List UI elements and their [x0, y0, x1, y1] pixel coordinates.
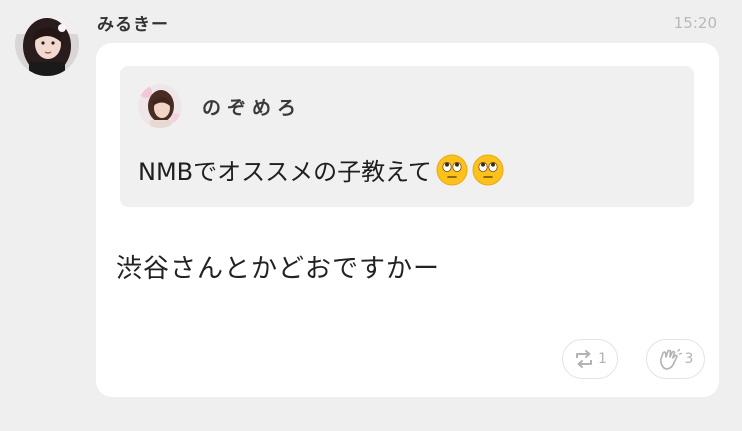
quoted-text-line: NMBでオススメの子教えて [138, 152, 504, 187]
clapping-hands-icon [659, 348, 682, 370]
clap-count: 3 [684, 351, 694, 367]
message-time: 15:20 [673, 14, 717, 32]
retweet-button[interactable]: 1 [562, 339, 618, 379]
quoted-author-name[interactable]: のぞめろ [202, 93, 302, 120]
sender-avatar[interactable] [15, 12, 79, 76]
retweet-icon [576, 350, 593, 368]
message-card: のぞめろ NMBでオススメの子教えて 渋谷さんとかどおですかー 1 3 [96, 43, 719, 397]
message-body: 渋谷さんとかどおですかー [116, 254, 441, 284]
quoted-author-avatar[interactable] [138, 84, 182, 128]
sender-name[interactable]: みるきー [97, 10, 169, 35]
quoted-text: NMBでオススメの子教えて [138, 158, 432, 186]
clap-button[interactable]: 3 [646, 339, 705, 379]
retweet-count: 1 [598, 351, 607, 367]
avatar-photo-icon [138, 84, 182, 128]
face-with-rolling-eyes-icon [472, 154, 504, 185]
avatar-photo-icon [15, 12, 79, 76]
quoted-message[interactable]: のぞめろ NMBでオススメの子教えて [120, 66, 694, 207]
face-with-rolling-eyes-icon [436, 154, 468, 185]
